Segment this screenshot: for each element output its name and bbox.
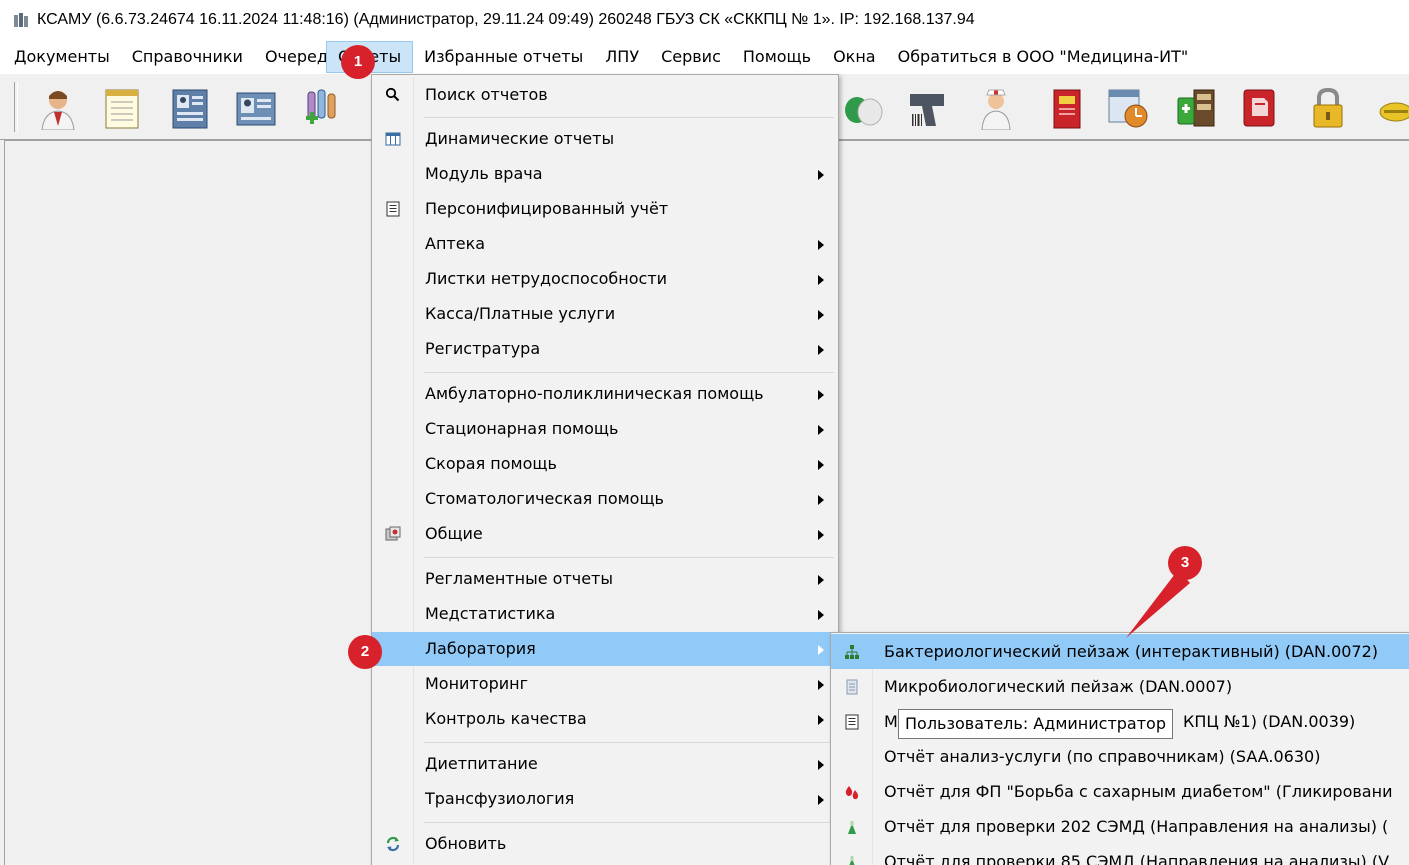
step-pointer-arrow — [1126, 570, 1190, 638]
step-badge-3: 3 — [1168, 546, 1202, 580]
